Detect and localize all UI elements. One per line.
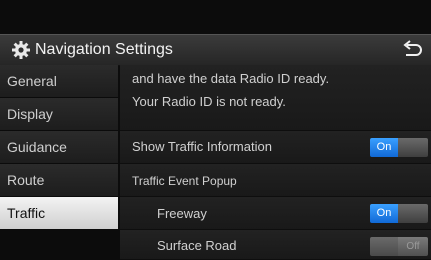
- toggle-on-part: [370, 237, 398, 256]
- gear-icon: [12, 41, 30, 59]
- freeway-label: Freeway: [157, 206, 207, 221]
- back-arrow-icon[interactable]: [398, 38, 426, 62]
- settings-content: and have the data Radio ID ready. Your R…: [120, 65, 431, 260]
- info-line-1: and have the data Radio ID ready.: [132, 71, 330, 86]
- page-title: Navigation Settings: [35, 41, 173, 58]
- toggle-on-label: On: [370, 138, 398, 157]
- info-line-2: Your Radio ID is not ready.: [132, 94, 286, 109]
- freeway-toggle[interactable]: On: [370, 204, 428, 223]
- header-bar: Navigation Settings: [0, 34, 431, 66]
- navigation-settings-screen: Navigation Settings General Display Guid…: [0, 0, 431, 260]
- show-traffic-label: Show Traffic Information: [132, 139, 272, 154]
- traffic-event-popup-row: Traffic Event Popup: [120, 164, 431, 197]
- settings-sidebar: General Display Guidance Route Traffic: [0, 65, 120, 260]
- toggle-on-label: On: [370, 204, 398, 223]
- surface-road-toggle[interactable]: Off: [370, 237, 428, 256]
- toggle-off-part: [398, 204, 428, 223]
- freeway-row[interactable]: Freeway On: [120, 197, 431, 230]
- surface-road-label: Surface Road: [157, 238, 237, 253]
- sidebar-item-display[interactable]: Display: [0, 98, 118, 131]
- sidebar-item-guidance[interactable]: Guidance: [0, 131, 118, 164]
- sidebar-item-route[interactable]: Route: [0, 164, 118, 197]
- sidebar-item-general[interactable]: General: [0, 65, 118, 98]
- toggle-off-label: Off: [398, 237, 428, 256]
- toggle-off-part: [398, 138, 428, 157]
- sidebar-item-traffic[interactable]: Traffic: [0, 197, 118, 230]
- show-traffic-row[interactable]: Show Traffic Information On: [120, 131, 431, 164]
- info-message: and have the data Radio ID ready. Your R…: [120, 65, 431, 131]
- show-traffic-toggle[interactable]: On: [370, 138, 428, 157]
- traffic-event-popup-label: Traffic Event Popup: [132, 174, 237, 188]
- surface-road-row[interactable]: Surface Road Off: [120, 230, 431, 260]
